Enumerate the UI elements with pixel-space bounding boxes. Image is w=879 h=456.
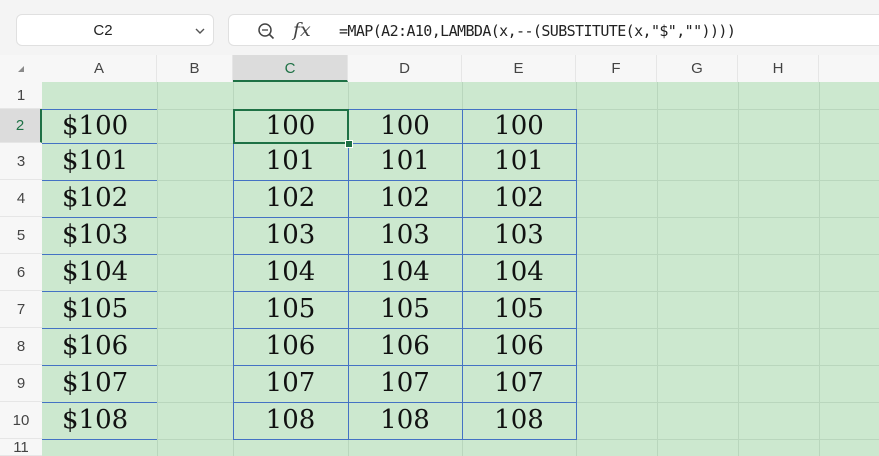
name-box-value: C2: [93, 22, 113, 39]
row-header-8[interactable]: 8: [0, 328, 42, 365]
row-header-6[interactable]: 6: [0, 254, 42, 291]
column-header-f[interactable]: F: [576, 55, 657, 82]
formula-input[interactable]: =MAP(A2:A10,LAMBDA(x,--(SUBSTITUTE(x,"$"…: [339, 15, 736, 47]
column-header-c[interactable]: C: [233, 55, 348, 82]
function-icon[interactable]: fx: [293, 18, 311, 42]
cell-a5[interactable]: $103: [42, 217, 157, 254]
cell-e5[interactable]: 103: [462, 217, 576, 254]
cell-d5[interactable]: 103: [348, 217, 462, 254]
cell-c5[interactable]: 103: [233, 217, 348, 254]
row-header-1[interactable]: 1: [0, 82, 42, 109]
cells-area[interactable]: $100 $101 $102 $103 $104 $105 $106 $107 $108 100 1…: [42, 82, 879, 456]
toolbar: C2 fx =MAP(A2:A10,LAMBDA(x,--(SUBSTITUTE…: [0, 0, 879, 55]
row-header-10[interactable]: 10: [0, 402, 42, 439]
gridline: [42, 439, 879, 440]
column-header-e[interactable]: E: [462, 55, 576, 82]
cell-a6[interactable]: $104: [42, 254, 157, 291]
cell-e10[interactable]: 108: [462, 402, 576, 439]
cell-e4[interactable]: 102: [462, 180, 576, 217]
cell-a9[interactable]: $107: [42, 365, 157, 402]
row-header-11[interactable]: 11: [0, 439, 42, 456]
cell-a7[interactable]: $105: [42, 291, 157, 328]
row-header-4[interactable]: 4: [0, 180, 42, 217]
column-header-d[interactable]: D: [348, 55, 462, 82]
cell-e2[interactable]: 100: [462, 109, 576, 143]
cell-c10[interactable]: 108: [233, 402, 348, 439]
cell-d3[interactable]: 101: [348, 143, 462, 180]
select-all-icon[interactable]: [18, 66, 24, 72]
column-header-g[interactable]: G: [657, 55, 738, 82]
select-all-corner[interactable]: [0, 55, 42, 82]
cell-a3[interactable]: $101: [42, 143, 157, 180]
cell-d6[interactable]: 104: [348, 254, 462, 291]
name-box[interactable]: C2: [16, 14, 214, 46]
cell-d9[interactable]: 107: [348, 365, 462, 402]
spreadsheet-grid: $100 $101 $102 $103 $104 $105 $106 $107 $108 100 1…: [0, 55, 879, 456]
cell-c3[interactable]: 101: [233, 143, 348, 180]
row-header-5[interactable]: 5: [0, 217, 42, 254]
cell-d2[interactable]: 100: [348, 109, 462, 143]
cell-a10[interactable]: $108: [42, 402, 157, 439]
cell-c6[interactable]: 104: [233, 254, 348, 291]
formula-bar[interactable]: fx =MAP(A2:A10,LAMBDA(x,--(SUBSTITUTE(x,…: [228, 14, 879, 46]
row-header-9[interactable]: 9: [0, 365, 42, 402]
column-header-h[interactable]: H: [738, 55, 819, 82]
cell-c4[interactable]: 102: [233, 180, 348, 217]
column-header-b[interactable]: B: [157, 55, 233, 82]
cell-d10[interactable]: 108: [348, 402, 462, 439]
cell-a4[interactable]: $102: [42, 180, 157, 217]
cell-e3[interactable]: 101: [462, 143, 576, 180]
cell-d4[interactable]: 102: [348, 180, 462, 217]
row-header-2[interactable]: 2: [0, 109, 42, 143]
gridline: [738, 82, 739, 456]
fill-handle[interactable]: [345, 140, 353, 148]
cell-e6[interactable]: 104: [462, 254, 576, 291]
cell-c2[interactable]: 100: [233, 109, 348, 143]
cell-a8[interactable]: $106: [42, 328, 157, 365]
cell-a2[interactable]: $100: [42, 109, 157, 143]
gridline: [576, 82, 577, 456]
zoom-icon[interactable]: [257, 22, 275, 40]
cell-d7[interactable]: 105: [348, 291, 462, 328]
cell-d8[interactable]: 106: [348, 328, 462, 365]
cell-c9[interactable]: 107: [233, 365, 348, 402]
cell-e8[interactable]: 106: [462, 328, 576, 365]
chevron-down-icon[interactable]: [193, 24, 207, 38]
cell-e7[interactable]: 105: [462, 291, 576, 328]
gridline: [657, 82, 658, 456]
cell-e9[interactable]: 107: [462, 365, 576, 402]
gridline: [819, 82, 820, 456]
cell-c8[interactable]: 106: [233, 328, 348, 365]
row-header-7[interactable]: 7: [0, 291, 42, 328]
row-header-3[interactable]: 3: [0, 143, 42, 180]
column-header-a[interactable]: A: [42, 55, 157, 82]
gridline: [157, 82, 158, 456]
cell-c7[interactable]: 105: [233, 291, 348, 328]
